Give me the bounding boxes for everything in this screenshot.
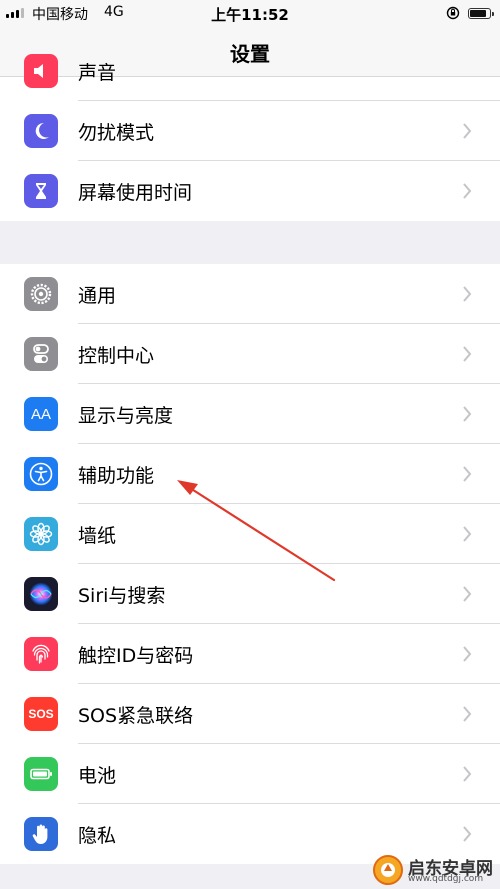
settings-group-2: 通用 控制中心 AA 显示与亮度 辅助功能 墙纸 Siri与搜索 触控ID与密码…: [0, 264, 500, 864]
settings-row-label: 辅助功能: [78, 465, 155, 487]
settings-row-screen-time[interactable]: 屏幕使用时间: [0, 161, 500, 221]
chevron-right-icon: [463, 826, 472, 842]
settings-row-accessibility[interactable]: 辅助功能: [0, 444, 500, 504]
watermark-url: www.qdtdgj.com: [408, 874, 484, 884]
chevron-right-icon: [463, 466, 472, 482]
chevron-right-icon: [463, 183, 472, 199]
chevron-right-icon: [463, 406, 472, 422]
battery-level-icon: [468, 8, 494, 19]
rotation-lock-icon: [446, 6, 460, 20]
battery-icon: [24, 757, 58, 791]
chevron-right-icon: [463, 346, 472, 362]
chevron-right-icon: [463, 286, 472, 302]
chevron-right-icon: [463, 766, 472, 782]
accessibility-icon: [24, 457, 58, 491]
settings-row-touch-id-passcode[interactable]: 触控ID与密码: [0, 624, 500, 684]
flower-icon: [24, 517, 58, 551]
settings-row-label: 声音: [78, 62, 117, 84]
settings-row-label: 通用: [78, 285, 117, 307]
watermark: 启东安卓网 www.qdtdgj.com: [372, 852, 500, 889]
settings-row-display-brightness[interactable]: AA 显示与亮度: [0, 384, 500, 444]
settings-row-label: 控制中心: [78, 345, 155, 367]
sos-icon-label: SOS: [28, 707, 54, 721]
settings-row-label: SOS紧急联络: [78, 705, 194, 727]
text-size-icon-label: AA: [30, 405, 51, 423]
sos-icon: SOS: [24, 697, 58, 731]
text-size-icon: AA: [24, 397, 58, 431]
settings-row-battery[interactable]: 电池: [0, 744, 500, 804]
chevron-right-icon: [463, 526, 472, 542]
settings-row-do-not-disturb[interactable]: 勿扰模式: [0, 101, 500, 161]
settings-row-label: 电池: [78, 765, 117, 787]
sound-icon: [24, 54, 58, 88]
settings-row-label: 显示与亮度: [78, 405, 174, 427]
chevron-right-icon: [463, 646, 472, 662]
settings-row-label: 墙纸: [78, 525, 117, 547]
watermark-logo-icon: [373, 855, 403, 885]
status-time: 上午11:52: [211, 6, 289, 24]
chevron-right-icon: [463, 586, 472, 602]
chevron-right-icon: [463, 123, 472, 139]
settings-row-sound[interactable]: 声音: [0, 41, 500, 101]
toggle-icon: [24, 337, 58, 371]
settings-row-wallpaper[interactable]: 墙纸: [0, 504, 500, 564]
settings-row-label: 隐私: [78, 825, 117, 847]
siri-icon: [24, 577, 58, 611]
settings-row-siri-search[interactable]: Siri与搜索: [0, 564, 500, 624]
settings-group-1: 声音 勿扰模式 屏幕使用时间: [0, 54, 500, 221]
moon-icon: [24, 114, 58, 148]
settings-row-label: Siri与搜索: [78, 585, 166, 607]
settings-row-label: 屏幕使用时间: [78, 182, 193, 204]
settings-row-emergency-sos[interactable]: SOS SOS紧急联络: [0, 684, 500, 744]
gear-icon: [24, 277, 58, 311]
settings-row-label: 触控ID与密码: [78, 645, 194, 667]
settings-row-label: 勿扰模式: [78, 122, 155, 144]
settings-row-control-center[interactable]: 控制中心: [0, 324, 500, 384]
settings-row-general[interactable]: 通用: [0, 264, 500, 324]
status-bar: 中国移动 4G 上午11:52: [0, 0, 500, 28]
chevron-right-icon: [463, 706, 472, 722]
fingerprint-icon: [24, 637, 58, 671]
hourglass-icon: [24, 174, 58, 208]
hand-icon: [24, 817, 58, 851]
